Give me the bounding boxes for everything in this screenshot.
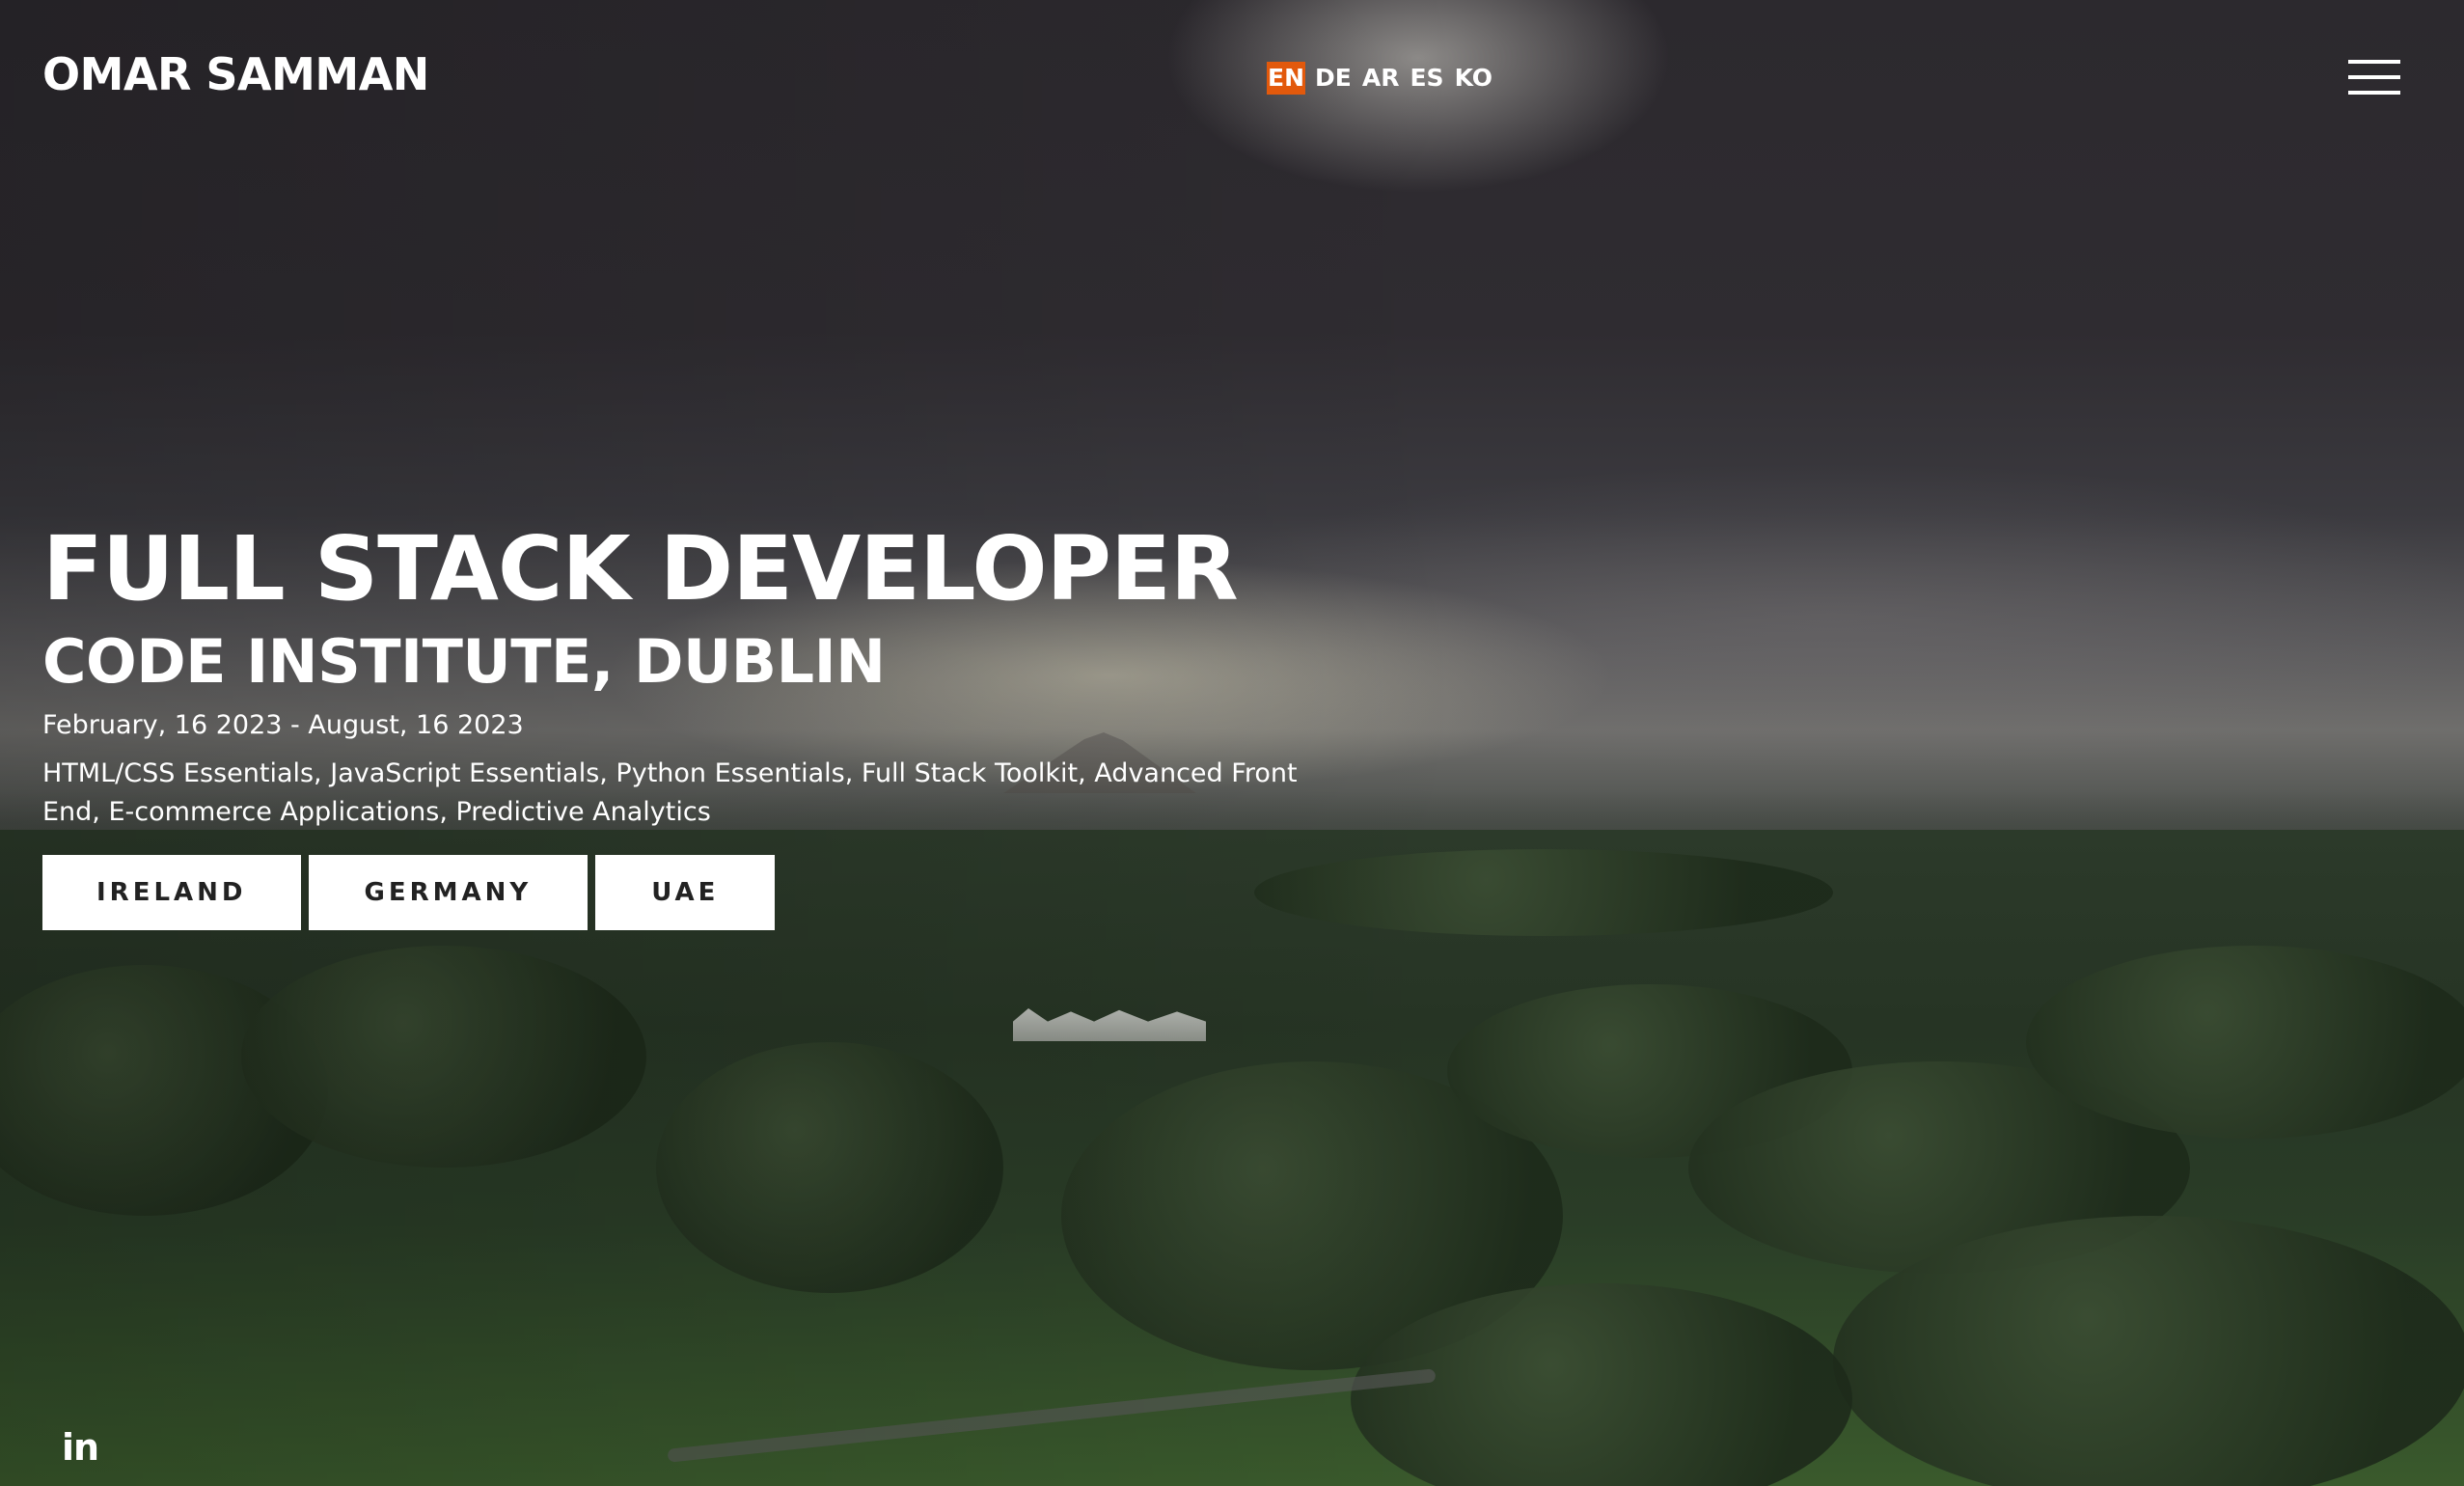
institution-location: CODE INSTITUTE, DUBLIN — [42, 626, 886, 697]
menu-bar — [2348, 91, 2400, 95]
site-logo[interactable]: OMAR SAMMAN — [42, 48, 429, 100]
job-title: FULL STACK DEVELOPER — [42, 517, 1239, 620]
country-button-germany[interactable]: GERMANY — [308, 855, 589, 930]
course-list: HTML/CSS Essentials, JavaScript Essentia… — [42, 758, 1298, 827]
language-switcher: EN DE AR ES KO — [1267, 62, 1493, 95]
language-es[interactable]: ES — [1409, 62, 1444, 95]
hero-section: OMAR SAMMAN EN DE AR ES KO FULL STACK DE… — [0, 0, 2464, 1486]
linkedin-icon[interactable]: in — [62, 1426, 99, 1469]
country-button-uae[interactable]: UAE — [595, 855, 776, 930]
language-de[interactable]: DE — [1314, 62, 1353, 95]
hamburger-menu-icon[interactable] — [2348, 60, 2400, 95]
country-button-ireland[interactable]: IRELAND — [42, 855, 301, 930]
date-range: February, 16 2023 - August, 16 2023 — [42, 710, 524, 740]
hero-content: FULL STACK DEVELOPER CODE INSTITUTE, DUB… — [42, 515, 1374, 930]
menu-bar — [2348, 75, 2400, 79]
country-buttons: IRELAND GERMANY UAE — [42, 855, 1374, 930]
language-ar[interactable]: AR — [1361, 62, 1401, 95]
language-en[interactable]: EN — [1267, 62, 1306, 95]
menu-bar — [2348, 60, 2400, 64]
language-ko[interactable]: KO — [1454, 62, 1494, 95]
